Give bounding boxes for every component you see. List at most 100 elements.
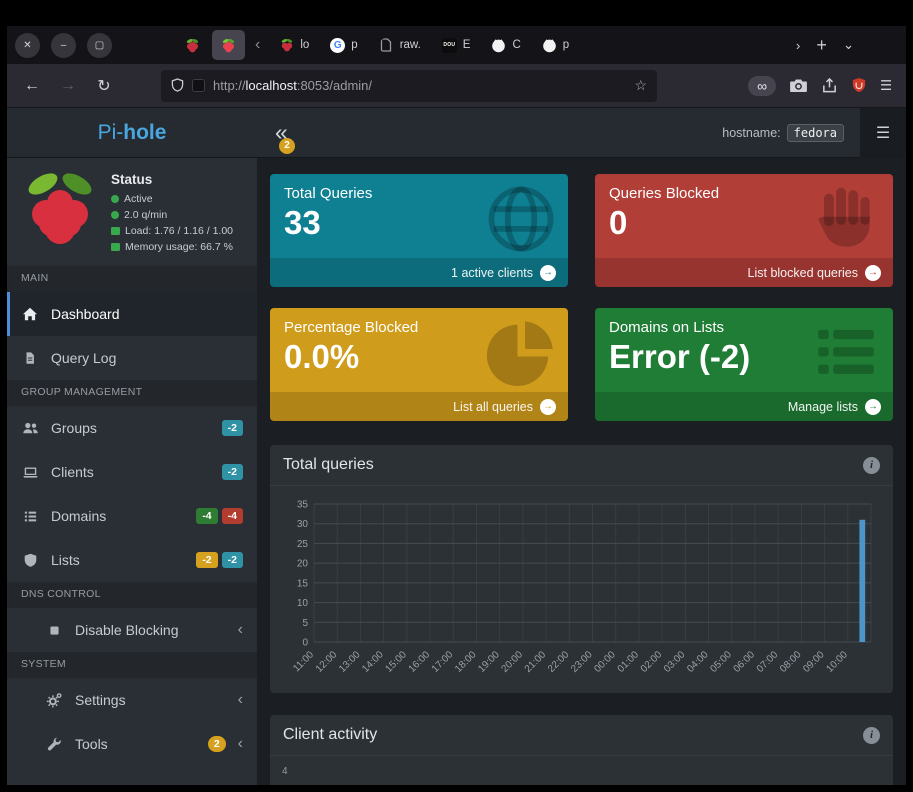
forward-button[interactable]: → <box>53 71 83 101</box>
bookmark-star-icon[interactable]: ☆ <box>634 77 647 94</box>
svg-text:19:00: 19:00 <box>476 649 502 675</box>
sidebar-item-label: Groups <box>51 420 97 436</box>
section-dns-control: DNS CONTROL <box>7 582 257 608</box>
toolbar-extensions: ∞ ☰ <box>748 76 896 96</box>
svg-text:10: 10 <box>297 598 309 609</box>
list-tabs-icon[interactable]: ⌄ <box>843 37 854 53</box>
reload-button[interactable]: ↻ <box>89 71 119 101</box>
github-icon <box>542 38 557 53</box>
card-footer-label: Manage lists <box>788 400 858 414</box>
svg-text:22:00: 22:00 <box>546 649 572 675</box>
sidebar-item-label: Tools <box>75 736 108 752</box>
card-footer-link[interactable]: Manage lists → <box>595 392 893 421</box>
pihole-brand[interactable]: Pi-hole <box>7 121 257 145</box>
sidebar-item-clients[interactable]: Clients -2 <box>7 450 257 494</box>
window-close-button[interactable]: ✕ <box>15 33 40 58</box>
arrow-right-circle-icon: → <box>540 265 556 281</box>
info-icon[interactable]: i <box>863 457 880 474</box>
hostname-display: hostname:fedora <box>722 124 844 142</box>
panel-header: Total queries i <box>270 445 893 486</box>
arrow-right-circle-icon: → <box>865 399 881 415</box>
sidebar-item-label: Disable Blocking <box>75 622 179 638</box>
sidebar-item-label: Query Log <box>51 350 116 366</box>
tab-raw[interactable]: raw. <box>370 30 430 60</box>
panel-header: Client activity i <box>270 715 893 756</box>
browser-menu-icon[interactable]: ☰ <box>880 78 892 94</box>
page-body: Status Active 2.0 q/min Load: 1.76 / 1.1… <box>7 158 906 785</box>
sidebar-item-disable-blocking[interactable]: Disable Blocking ‹ <box>7 608 257 652</box>
tab-pihole-pinned-2-active[interactable] <box>212 30 245 60</box>
header-menu-icon[interactable]: ☰ <box>860 108 906 158</box>
tab-github-1[interactable]: C <box>482 30 529 60</box>
window-controls: ✕ – ▢ <box>15 33 112 58</box>
globe-icon <box>484 182 558 256</box>
tab-dou[interactable]: DOU E <box>433 30 480 60</box>
sidebar-item-label: Settings <box>75 692 126 708</box>
svg-text:30: 30 <box>297 519 309 530</box>
window-maximize-button[interactable]: ▢ <box>87 33 112 58</box>
sidebar-item-dashboard[interactable]: Dashboard <box>7 292 257 336</box>
sidebar-item-domains[interactable]: Domains -4 -4 <box>7 494 257 538</box>
svg-text:23:00: 23:00 <box>569 649 595 675</box>
back-button[interactable]: ← <box>17 71 47 101</box>
list-icon <box>21 509 39 524</box>
tab-pihole-pinned-1[interactable] <box>176 30 209 60</box>
svg-text:13:00: 13:00 <box>337 649 363 675</box>
tab-google[interactable]: G p <box>321 30 366 60</box>
site-security-icon[interactable] <box>192 79 205 92</box>
sidebar-item-groups[interactable]: Groups -2 <box>7 406 257 450</box>
url-path: :8053/admin/ <box>297 78 372 93</box>
infinity-icon[interactable]: ∞ <box>748 76 776 96</box>
sidebar-collapse-button[interactable]: « 2 <box>271 121 292 144</box>
status-title: Status <box>111 172 233 187</box>
clients-badge: -2 <box>222 464 243 480</box>
memory-icon <box>111 243 120 251</box>
sidebar-item-label: Clients <box>51 464 94 480</box>
new-tab-button[interactable]: + <box>816 35 827 56</box>
tab-scroll-left-icon[interactable]: ‹ <box>248 36 267 54</box>
domains-deny-badge: -4 <box>222 508 243 524</box>
page-header: Pi-hole « 2 hostname:fedora ☰ <box>7 108 906 158</box>
brand-prefix: Pi- <box>98 121 124 144</box>
card-footer-label: 1 active clients <box>451 266 533 280</box>
ublock-origin-icon[interactable] <box>851 77 867 94</box>
svg-text:5: 5 <box>302 618 308 629</box>
sidebar-item-query-log[interactable]: Query Log <box>7 336 257 380</box>
tab-label: E <box>463 39 471 51</box>
url-scheme: http:// <box>213 78 246 93</box>
svg-text:03:00: 03:00 <box>662 649 688 675</box>
url-bar[interactable]: http://localhost:8053/admin/ ☆ <box>161 70 657 102</box>
desktop-frame: ✕ – ▢ ‹ <box>0 0 913 792</box>
tab-label: lo <box>300 39 309 51</box>
card-footer-link[interactable]: List blocked queries → <box>595 258 893 287</box>
section-main: MAIN <box>7 266 257 292</box>
shield-icon <box>21 552 39 568</box>
svg-text:07:00: 07:00 <box>755 649 781 675</box>
card-domains-on-lists: Domains on Lists Error (-2) Manage lists… <box>595 308 893 421</box>
status-active-icon <box>111 195 119 203</box>
info-icon[interactable]: i <box>863 727 880 744</box>
dou-icon: DOU <box>442 38 457 53</box>
total-queries-panel: Total queries i 0510152025303511:0012:00… <box>270 445 893 693</box>
screenshot-camera-icon[interactable] <box>789 78 808 93</box>
card-footer-link[interactable]: 1 active clients → <box>270 258 568 287</box>
share-icon[interactable] <box>821 77 838 94</box>
chevron-left-icon: ‹ <box>238 622 243 638</box>
pihole-admin-page: Pi-hole « 2 hostname:fedora ☰ <box>7 108 906 785</box>
tab-github-2[interactable]: p <box>533 30 578 60</box>
sidebar-item-settings[interactable]: Settings ‹ <box>7 678 257 722</box>
sidebar-item-lists[interactable]: Lists -2 -2 <box>7 538 257 582</box>
users-icon <box>21 420 39 436</box>
header-right: hostname:fedora ☰ <box>722 108 906 158</box>
card-percentage-blocked: Percentage Blocked 0.0% List all queries… <box>270 308 568 421</box>
tab-pihole-3[interactable]: lo <box>270 30 318 60</box>
card-footer-link[interactable]: List all queries → <box>270 392 568 421</box>
cpu-load-icon <box>111 227 120 235</box>
sidebar-item-tools[interactable]: Tools 2 ‹ <box>7 722 257 766</box>
svg-text:21:00: 21:00 <box>523 649 549 675</box>
window-minimize-button[interactable]: – <box>51 33 76 58</box>
tab-scroll-right-icon[interactable]: › <box>796 38 800 53</box>
update-count-badge: 2 <box>279 138 295 154</box>
tracking-protection-shield-icon[interactable] <box>171 78 184 93</box>
svg-text:20: 20 <box>297 559 309 570</box>
